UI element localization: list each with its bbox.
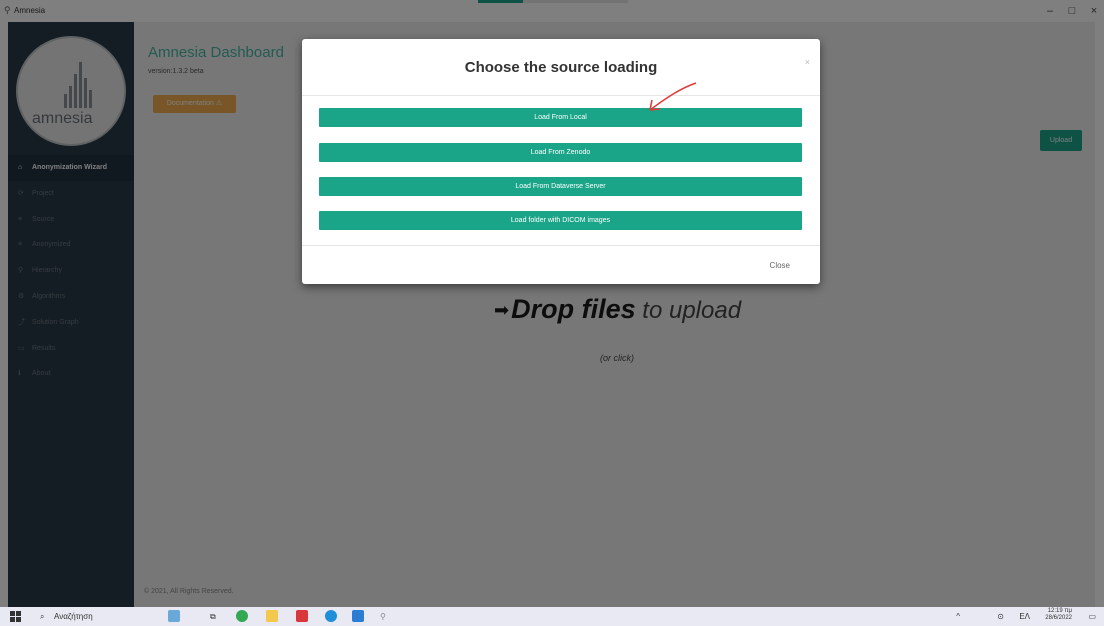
search-icon[interactable]: ⌕ <box>40 609 44 624</box>
modal-close-icon[interactable]: × <box>805 57 810 67</box>
taskbar-search-input[interactable]: Αναζήτηση <box>54 609 93 624</box>
clock[interactable]: 12:19 πμ 28/6/2022 <box>1045 608 1072 622</box>
load-from-zenodo-button[interactable]: Load From Zenodo <box>319 143 802 162</box>
tray-chevron-icon[interactable]: ^ <box>956 609 960 624</box>
screen: ⚲ Amnesia – □ × amnesia ⌂Anonymization W… <box>0 0 1104 626</box>
language-indicator[interactable]: ΕΛ <box>1019 609 1030 624</box>
modal-close-button[interactable]: Close <box>770 261 790 270</box>
taskbar: ⌕ Αναζήτηση ⧉ ⚲ ^ ⊙ ▬ ≋ ◁) ΕΛ 12:19 πμ 2… <box>0 607 1104 626</box>
acrobat-icon[interactable] <box>296 610 308 622</box>
notifications-icon[interactable]: ▭ <box>1088 609 1096 624</box>
task-view-icon[interactable]: ⧉ <box>210 609 216 624</box>
load-from-dataverse-button[interactable]: Load From Dataverse Server <box>319 177 802 196</box>
chrome-icon[interactable] <box>236 610 248 622</box>
load-dicom-folder-button[interactable]: Load folder with DICOM images <box>319 211 802 230</box>
tray-network-icon[interactable]: ⊙ ▬ ≋ ◁) <box>997 609 1006 624</box>
outlook-icon[interactable] <box>352 610 364 622</box>
modal-divider <box>302 95 820 96</box>
tray-time: 12:19 πμ <box>1047 608 1072 614</box>
load-from-local-button[interactable]: Load From Local <box>319 108 802 127</box>
file-explorer-icon[interactable] <box>266 610 278 622</box>
source-loading-modal: Choose the source loading × Load From Lo… <box>302 39 820 284</box>
amnesia-taskbar-icon[interactable]: ⚲ <box>380 609 386 624</box>
modal-footer-divider <box>302 245 820 246</box>
tray-date: 28/6/2022 <box>1045 615 1072 621</box>
windows-start-icon[interactable] <box>10 611 21 622</box>
edge-icon[interactable] <box>325 610 337 622</box>
modal-title: Choose the source loading <box>464 59 658 76</box>
weather-icon[interactable] <box>168 610 180 622</box>
annotation-arrow-icon <box>649 82 697 111</box>
